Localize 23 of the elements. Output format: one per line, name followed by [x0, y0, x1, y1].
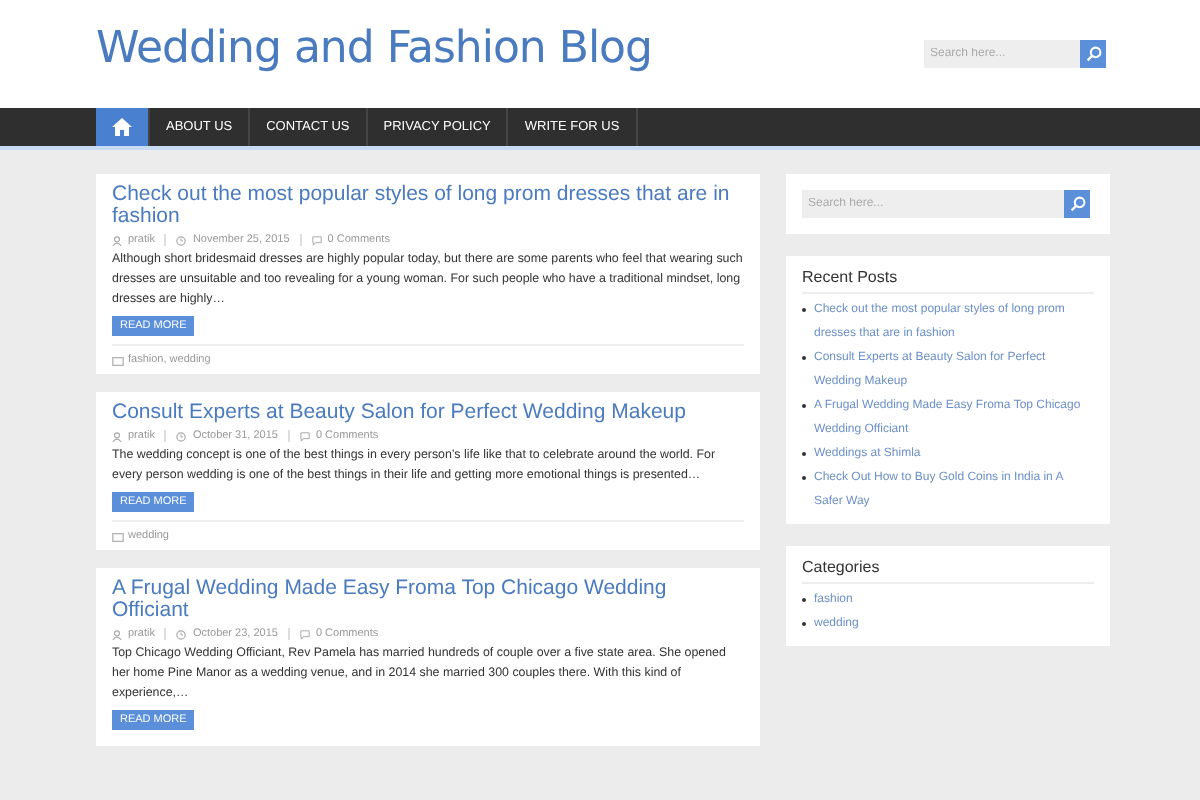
user-icon: [112, 431, 122, 441]
site-title[interactable]: Wedding and Fashion Blog: [96, 23, 652, 73]
clock-icon: [176, 629, 187, 639]
search-icon: [1085, 46, 1101, 62]
home-icon: [112, 118, 132, 136]
post-title[interactable]: Check out the most popular styles of long prom dresses that are in fashion: [112, 184, 744, 228]
home-tab[interactable]: [96, 108, 150, 146]
user-icon: [112, 235, 122, 245]
post-title[interactable]: A Frugal Wedding Made Easy Froma Top Chicago Wedding Officiant: [112, 578, 744, 622]
comment-icon: [299, 431, 310, 441]
widget-title: Categories: [802, 556, 1094, 584]
search-icon: [1069, 196, 1085, 212]
comment-icon: [299, 629, 310, 639]
clock-icon: [176, 431, 187, 441]
search-button[interactable]: [1080, 40, 1106, 68]
search-button[interactable]: [1064, 190, 1090, 218]
user-icon: [112, 629, 122, 639]
folder-icon: [112, 355, 124, 365]
folder-icon: [112, 531, 124, 541]
comment-icon: [311, 235, 322, 245]
widget-title: Recent Posts: [802, 266, 1094, 294]
clock-icon: [176, 235, 187, 245]
post-title[interactable]: Consult Experts at Beauty Salon for Perfect Wedding Makeup: [112, 402, 744, 424]
